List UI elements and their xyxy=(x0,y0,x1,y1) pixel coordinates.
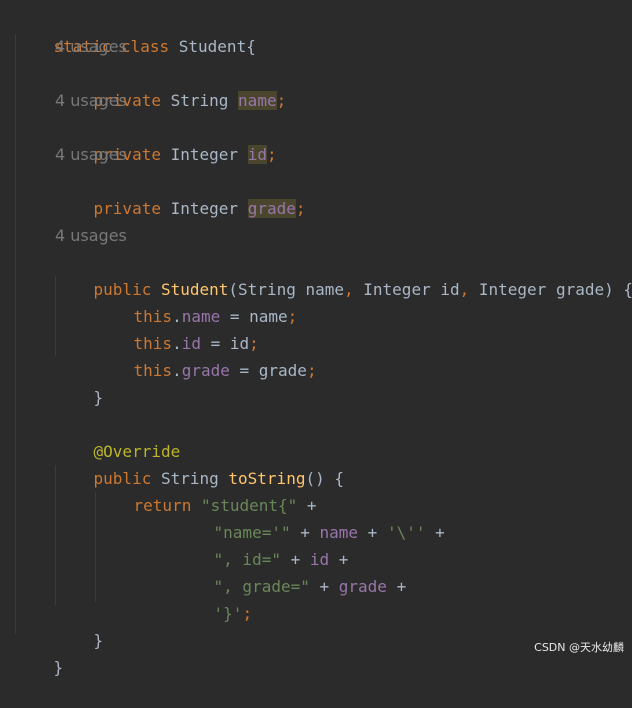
operator: + xyxy=(386,577,407,596)
code-line[interactable]: private Integer grade; xyxy=(55,168,306,218)
closing-brace: } xyxy=(93,631,104,650)
class-name: Student xyxy=(178,37,247,56)
semicolon: ; xyxy=(276,91,287,110)
usages-hint[interactable]: 4 usages xyxy=(55,141,127,168)
code-editor[interactable]: static class Student{ 4 usages private S… xyxy=(0,0,632,677)
char-literal: '\'' xyxy=(386,523,426,542)
usages-hint[interactable]: 4 usages xyxy=(55,222,127,249)
assign: = grade xyxy=(229,361,307,380)
code-line[interactable]: } xyxy=(55,357,104,407)
this-keyword: this xyxy=(133,361,173,380)
code-line[interactable]: '}'; xyxy=(175,573,253,623)
usages-hint[interactable]: 4 usages xyxy=(55,33,127,60)
code-line[interactable]: } xyxy=(55,600,104,650)
type: Integer xyxy=(170,145,239,164)
comma: , xyxy=(459,280,470,299)
closing-brace: } xyxy=(93,388,104,407)
operator: + xyxy=(309,577,339,596)
code-line[interactable]: ", id=" + id + xyxy=(175,519,349,569)
type: Integer xyxy=(170,199,239,218)
semicolon: ; xyxy=(295,199,306,218)
code-line[interactable]: ", grade=" + grade + xyxy=(175,546,407,596)
field-name: name xyxy=(238,91,277,110)
param: Integer id xyxy=(353,280,460,299)
code-line[interactable]: private Integer id; xyxy=(55,114,277,164)
code-line[interactable]: this.grade = grade; xyxy=(95,330,317,380)
code-line[interactable]: public Student(String name, Integer id, … xyxy=(55,249,632,299)
type: String xyxy=(170,91,229,110)
field-grade: grade xyxy=(338,577,387,596)
keyword: private xyxy=(93,199,161,218)
param: Integer grade) { xyxy=(469,280,632,299)
field-id: id xyxy=(247,145,267,164)
semicolon: ; xyxy=(306,361,317,380)
field-grade: grade xyxy=(247,199,296,218)
code-line[interactable]: return "student{" + xyxy=(95,465,317,515)
field-grade: grade xyxy=(181,361,230,380)
comma: , xyxy=(344,280,354,299)
operator: + xyxy=(425,523,445,542)
brace: { xyxy=(246,37,256,56)
code-line[interactable]: this.id = id; xyxy=(95,303,259,353)
operator: + xyxy=(358,523,387,542)
indent-guide xyxy=(15,34,16,634)
code-line[interactable]: private String name; xyxy=(55,60,286,110)
semicolon: ; xyxy=(266,145,277,164)
dot: . xyxy=(172,361,182,380)
code-line[interactable]: public String toString() { xyxy=(55,438,344,488)
usages-hint[interactable]: 4 usages xyxy=(55,87,127,114)
code-line[interactable]: this.name = name; xyxy=(95,276,298,326)
semicolon: ; xyxy=(287,307,298,326)
code-line[interactable]: static class Student{ xyxy=(15,6,256,56)
code-line[interactable]: "name='" + name + '\'' + xyxy=(175,492,445,542)
semicolon: ; xyxy=(242,604,253,623)
code-line[interactable]: @Override xyxy=(55,411,181,461)
watermark: CSDN @天水幼麟 xyxy=(534,641,624,654)
code-line[interactable]: } xyxy=(15,627,64,677)
char-literal: '}' xyxy=(213,604,243,623)
